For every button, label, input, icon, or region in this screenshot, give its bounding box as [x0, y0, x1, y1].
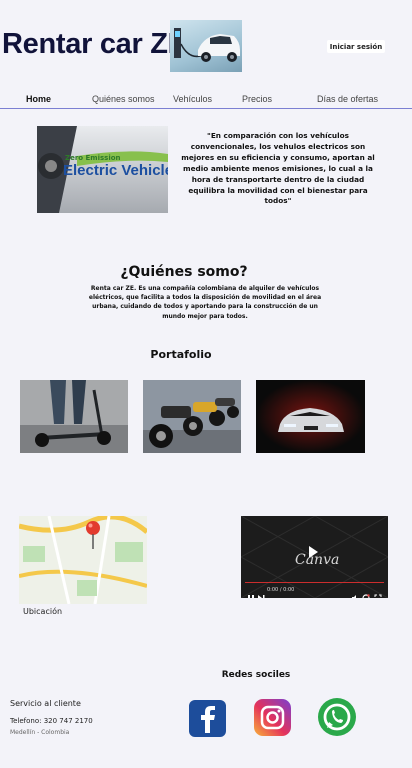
- about-title: ¿Quiénes somo?: [120, 264, 248, 280]
- fullscreen-icon[interactable]: [374, 587, 382, 598]
- nav-item-quienes-somos[interactable]: Quiénes somos: [92, 94, 155, 104]
- location-label: Ubicación: [23, 607, 63, 616]
- whatsapp-icon[interactable]: [317, 697, 357, 737]
- portfolio-scooter-image[interactable]: [20, 380, 128, 453]
- settings-icon[interactable]: [362, 587, 370, 598]
- nav-item-vehiculos[interactable]: Vehículos: [173, 94, 212, 104]
- social-title: Redes sociles: [221, 670, 291, 680]
- hero-quote: "En comparación con los vehículos conven…: [181, 131, 375, 206]
- nav-item-home[interactable]: Home: [26, 94, 51, 104]
- volume-icon[interactable]: [351, 587, 359, 598]
- video-pause-icon[interactable]: [247, 587, 255, 598]
- phone-number: Telefono: 320 747 2170: [10, 717, 93, 725]
- video-time: 0:00 / 0:00: [267, 587, 295, 593]
- nav-divider: [0, 108, 412, 109]
- city-label: Medellín - Colombia: [10, 729, 70, 736]
- portfolio-motorcycles-image[interactable]: [143, 380, 241, 453]
- location-map[interactable]: [19, 516, 147, 604]
- portfolio-title: Portafolio: [150, 348, 212, 361]
- electric-car-charging-image: [170, 20, 242, 72]
- nav-item-precios[interactable]: Precios: [242, 94, 272, 104]
- portfolio-car-image[interactable]: [256, 380, 365, 453]
- video-progress-bar[interactable]: [245, 582, 384, 583]
- video-next-icon[interactable]: [257, 587, 265, 598]
- login-button[interactable]: Iniciar sesión: [327, 40, 385, 53]
- map-pin-icon: [85, 520, 101, 554]
- about-text: Renta car ZE. Es una compañía colombiana…: [88, 285, 322, 320]
- video-watermark: Canva: [295, 552, 340, 568]
- instagram-icon[interactable]: [254, 699, 291, 736]
- electric-vehicle-image: Zero Emission Electric Vehicle: [37, 126, 168, 213]
- video-player[interactable]: Canva 0:00 / 0:00: [241, 516, 388, 598]
- brand-title: Rentar car ZE: [2, 28, 187, 60]
- nav-item-dias-de-ofertas[interactable]: Días de ofertas: [317, 94, 378, 104]
- customer-service-label: Servicio al cliente: [10, 699, 81, 708]
- facebook-icon[interactable]: [189, 700, 226, 737]
- hero-image-text: Electric Vehicle: [63, 162, 168, 179]
- hero-image-subtext: Zero Emission: [65, 154, 121, 162]
- main-nav: Home Quiénes somos Vehículos Precios Día…: [0, 94, 412, 108]
